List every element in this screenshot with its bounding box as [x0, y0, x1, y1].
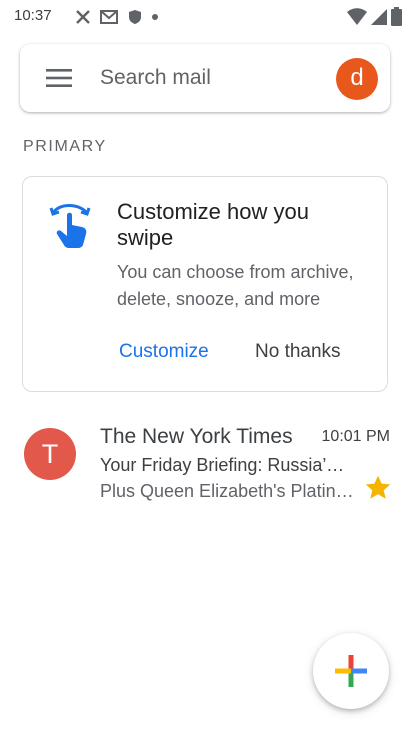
- email-sender: The New York Times: [100, 425, 293, 448]
- account-avatar[interactable]: d: [336, 58, 378, 100]
- no-thanks-button[interactable]: No thanks: [255, 341, 341, 363]
- email-subject: Your Friday Briefing: Russia’s war in Uk…: [100, 455, 350, 475]
- search-input[interactable]: Search mail: [100, 66, 211, 90]
- wifi-icon: [347, 7, 367, 25]
- compose-button[interactable]: [313, 633, 389, 709]
- email-snippet: Plus Queen Elizabeth's Platinum Jubilee.: [100, 481, 356, 501]
- promo-description: You can choose from archive, delete, sno…: [117, 262, 354, 309]
- email-list-item[interactable]: T The New York Times 10:01 PM Your Frida…: [0, 418, 412, 510]
- dot-icon: [152, 14, 158, 20]
- email-time: 10:01 PM: [321, 428, 390, 445]
- compose-plus-icon: [335, 655, 367, 687]
- status-time: 10:37: [14, 7, 52, 24]
- sender-avatar[interactable]: T: [24, 428, 76, 480]
- promo-title: Customize how you swipe: [117, 199, 309, 250]
- star-icon[interactable]: [364, 474, 392, 502]
- swipe-gesture-icon: [49, 204, 91, 248]
- hamburger-menu-icon[interactable]: [46, 68, 72, 88]
- swipe-customization-card: Customize how you swipe You can choose f…: [22, 176, 388, 392]
- battery-icon: [391, 7, 402, 26]
- customize-button[interactable]: Customize: [119, 341, 209, 363]
- x-notification-icon: [76, 10, 90, 24]
- search-bar[interactable]: Search mail d: [20, 44, 390, 112]
- section-label-primary: PRIMARY: [23, 138, 107, 155]
- status-bar: 10:37: [0, 0, 412, 34]
- cellular-signal-icon: [371, 8, 387, 25]
- status-notification-icons: [76, 9, 158, 25]
- shield-icon: [129, 10, 141, 24]
- gmail-notification-icon: [100, 10, 118, 24]
- status-system-icons: [347, 7, 402, 26]
